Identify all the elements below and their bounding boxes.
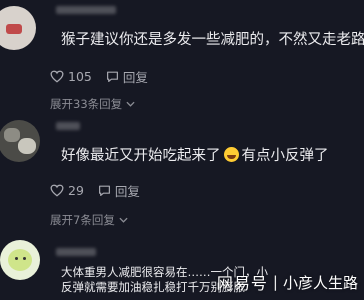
- watermark-divider: |: [272, 273, 278, 291]
- watermark-logo: 网易号: [216, 274, 268, 293]
- avatar[interactable]: [0, 120, 40, 162]
- chevron-down-icon: [126, 101, 135, 107]
- comment-actions: 29 回复: [50, 181, 154, 200]
- like-button[interactable]: 29: [50, 183, 84, 198]
- username-redacted: [56, 248, 96, 256]
- watermark: 网易号 | 小彦人生路: [217, 270, 358, 294]
- reply-icon: [106, 71, 118, 82]
- watermark-author: 小彦人生路: [282, 273, 358, 292]
- reply-button[interactable]: 回复: [106, 67, 148, 86]
- heart-icon: [50, 70, 64, 83]
- laughing-emoji: [223, 147, 239, 162]
- username-redacted: [56, 6, 116, 14]
- like-count: 29: [68, 183, 84, 198]
- comment-text: 猴子建议你还是多发一些减肥的，不然又走老路: [61, 32, 364, 48]
- avatar[interactable]: [0, 6, 36, 50]
- reply-icon: [98, 185, 110, 196]
- comment-text: 好像最近又开始吃起来了 有点小反弹了: [61, 147, 329, 164]
- username-redacted: [56, 122, 80, 130]
- expand-replies-label: 展开7条回复: [50, 213, 115, 227]
- chevron-down-icon: [119, 217, 128, 223]
- reply-label: 回复: [114, 184, 140, 199]
- like-button[interactable]: 105: [50, 69, 92, 84]
- expand-replies-label: 展开33条回复: [50, 97, 123, 111]
- reply-button[interactable]: 回复: [98, 181, 140, 200]
- heart-icon: [50, 184, 64, 197]
- expand-replies-button[interactable]: 展开33条回复: [50, 96, 135, 112]
- reply-label: 回复: [122, 70, 148, 85]
- expand-replies-button[interactable]: 展开7条回复: [50, 212, 128, 228]
- like-count: 105: [68, 69, 92, 84]
- comment-actions: 105 回复: [50, 67, 162, 86]
- avatar[interactable]: [0, 240, 40, 280]
